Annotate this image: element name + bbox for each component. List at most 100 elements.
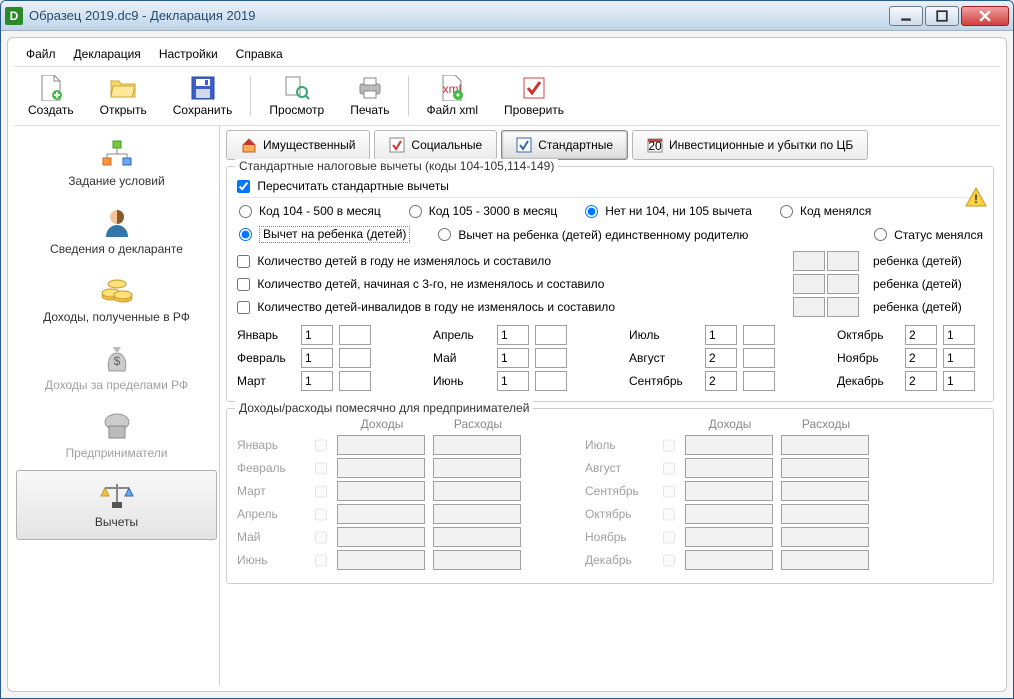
ent-check-r[interactable] <box>663 485 675 498</box>
radio-child[interactable]: Вычет на ребенка (детей) <box>239 226 410 243</box>
ent-income-l[interactable] <box>337 458 425 478</box>
ent-expense-l[interactable] <box>433 550 521 570</box>
ent-check-r[interactable] <box>663 462 675 475</box>
radio-104[interactable]: Код 104 - 500 в месяц <box>239 204 381 218</box>
children-count-a[interactable] <box>793 251 825 271</box>
dec-a[interactable] <box>905 371 937 391</box>
ent-check-r[interactable] <box>663 554 675 567</box>
checkbox-recalc[interactable]: Пересчитать стандартные вычеты <box>237 179 449 193</box>
ent-check-l[interactable] <box>315 462 327 475</box>
xml-button[interactable]: xml Файл xml <box>415 71 491 121</box>
jul-b[interactable] <box>743 325 775 345</box>
checkbox-children-from3[interactable]: Количество детей, начиная с 3-го, не изм… <box>237 277 604 291</box>
mar-b[interactable] <box>339 371 371 391</box>
ent-expense-r[interactable] <box>781 527 869 547</box>
feb-a[interactable] <box>301 348 333 368</box>
ent-expense-l[interactable] <box>433 481 521 501</box>
jan-a[interactable] <box>301 325 333 345</box>
tab-standard[interactable]: Стандартные <box>501 130 628 160</box>
ent-income-r[interactable] <box>685 527 773 547</box>
radio-child-single[interactable]: Вычет на ребенка (детей) единственному р… <box>438 226 748 243</box>
nov-a[interactable] <box>905 348 937 368</box>
sidebar-item-income-rf[interactable]: Доходы, полученные в РФ <box>14 266 219 334</box>
ent-check-r[interactable] <box>663 439 675 452</box>
ent-expense-r[interactable] <box>781 550 869 570</box>
ent-income-l[interactable] <box>337 550 425 570</box>
close-button[interactable] <box>961 6 1009 26</box>
menu-declaration[interactable]: Декларация <box>66 44 149 64</box>
tab-investment[interactable]: 20 Инвестиционные и убытки по ЦБ <box>632 130 868 160</box>
ent-expense-l[interactable] <box>433 504 521 524</box>
save-button[interactable]: Сохранить <box>161 71 245 121</box>
sep-b[interactable] <box>743 371 775 391</box>
radio-105[interactable]: Код 105 - 3000 в месяц <box>409 204 557 218</box>
open-button[interactable]: Открыть <box>88 71 159 121</box>
apr-a[interactable] <box>497 325 529 345</box>
children-count-b[interactable] <box>827 251 859 271</box>
ent-income-r[interactable] <box>685 550 773 570</box>
sidebar-item-declarant[interactable]: Сведения о декларанте <box>14 198 219 266</box>
apr-b[interactable] <box>535 325 567 345</box>
jan-b[interactable] <box>339 325 371 345</box>
jun-b[interactable] <box>535 371 567 391</box>
ent-expense-r[interactable] <box>781 458 869 478</box>
children-from3-a[interactable] <box>793 274 825 294</box>
radio-changed[interactable]: Код менялся <box>780 204 871 218</box>
may-a[interactable] <box>497 348 529 368</box>
ent-expense-r[interactable] <box>781 435 869 455</box>
radio-status-changed[interactable]: Статус менялся <box>874 226 983 243</box>
create-button[interactable]: Создать <box>16 71 86 121</box>
ent-check-l[interactable] <box>315 485 327 498</box>
oct-b[interactable] <box>943 325 975 345</box>
tab-property[interactable]: Имущественный <box>226 130 370 160</box>
ent-check-l[interactable] <box>315 508 327 521</box>
aug-a[interactable] <box>705 348 737 368</box>
ent-expense-l[interactable] <box>433 458 521 478</box>
check-button[interactable]: Проверить <box>492 71 576 121</box>
aug-b[interactable] <box>743 348 775 368</box>
disabled-children-b[interactable] <box>827 297 859 317</box>
children-from3-b[interactable] <box>827 274 859 294</box>
ent-income-l[interactable] <box>337 504 425 524</box>
sep-a[interactable] <box>705 371 737 391</box>
jul-a[interactable] <box>705 325 737 345</box>
dec-b[interactable] <box>943 371 975 391</box>
checkbox-children-count[interactable]: Количество детей в году не изменялось и … <box>237 254 551 268</box>
ent-check-r[interactable] <box>663 531 675 544</box>
ent-expense-l[interactable] <box>433 527 521 547</box>
ent-income-r[interactable] <box>685 435 773 455</box>
ent-income-r[interactable] <box>685 481 773 501</box>
ent-check-l[interactable] <box>315 531 327 544</box>
ent-expense-r[interactable] <box>781 504 869 524</box>
may-b[interactable] <box>535 348 567 368</box>
sidebar-item-entrepreneurs[interactable]: Предприниматели <box>14 402 219 470</box>
ent-income-l[interactable] <box>337 435 425 455</box>
menu-help[interactable]: Справка <box>228 44 291 64</box>
sidebar-item-deductions[interactable]: Вычеты <box>16 470 217 540</box>
ent-check-r[interactable] <box>663 508 675 521</box>
jun-a[interactable] <box>497 371 529 391</box>
sidebar-item-conditions[interactable]: Задание условий <box>14 130 219 198</box>
tab-social[interactable]: Социальные <box>374 130 497 160</box>
feb-b[interactable] <box>339 348 371 368</box>
ent-expense-r[interactable] <box>781 481 869 501</box>
maximize-button[interactable] <box>925 6 959 26</box>
menu-settings[interactable]: Настройки <box>151 44 226 64</box>
print-button[interactable]: Печать <box>338 71 401 121</box>
sidebar-item-income-foreign[interactable]: $ Доходы за пределами РФ <box>14 334 219 402</box>
preview-button[interactable]: Просмотр <box>257 71 336 121</box>
disabled-children-a[interactable] <box>793 297 825 317</box>
menu-file[interactable]: Файл <box>18 44 64 64</box>
ent-income-l[interactable] <box>337 527 425 547</box>
ent-income-r[interactable] <box>685 504 773 524</box>
ent-check-l[interactable] <box>315 554 327 567</box>
ent-check-l[interactable] <box>315 439 327 452</box>
minimize-button[interactable] <box>889 6 923 26</box>
ent-income-r[interactable] <box>685 458 773 478</box>
nov-b[interactable] <box>943 348 975 368</box>
radio-none[interactable]: Нет ни 104, ни 105 вычета <box>585 204 752 218</box>
mar-a[interactable] <box>301 371 333 391</box>
ent-expense-l[interactable] <box>433 435 521 455</box>
oct-a[interactable] <box>905 325 937 345</box>
checkbox-disabled-children[interactable]: Количество детей-инвалидов в году не изм… <box>237 300 615 314</box>
